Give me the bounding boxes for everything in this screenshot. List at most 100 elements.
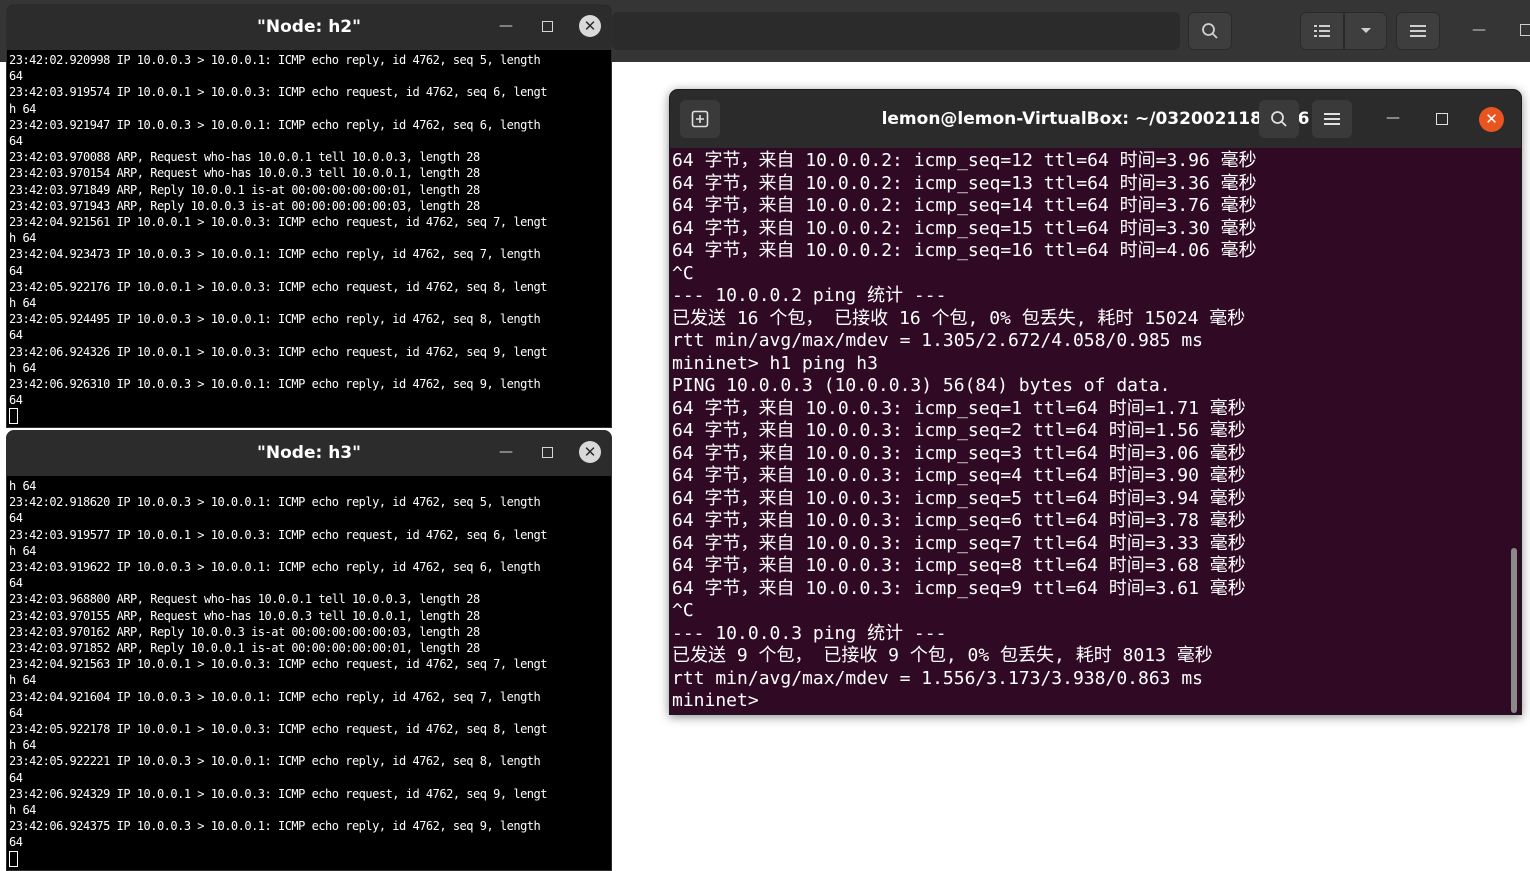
minimize-icon[interactable]: — xyxy=(499,18,513,34)
search-button[interactable] xyxy=(1259,100,1299,138)
terminal-line: rtt min/avg/max/mdev = 1.305/2.672/4.058… xyxy=(672,330,1204,351)
terminal-line: 23:42:03.919577 IP 10.0.0.1 > 10.0.0.3: … xyxy=(9,527,547,542)
search-button[interactable] xyxy=(1188,12,1232,50)
terminal-line: 23:42:04.921563 IP 10.0.0.1 > 10.0.0.3: … xyxy=(9,657,547,672)
terminal-line: 23:42:05.922176 IP 10.0.0.1 > 10.0.0.3: … xyxy=(9,279,547,294)
main-menu-button[interactable] xyxy=(1396,12,1440,50)
terminal-cursor xyxy=(9,408,18,425)
terminal-line: 64 字节，来自 10.0.0.2: icmp_seq=12 ttl=64 时间… xyxy=(672,150,1257,171)
terminal-line: 64 字节，来自 10.0.0.3: icmp_seq=3 ttl=64 时间=… xyxy=(672,442,1246,464)
terminal-line: 23:42:04.921604 IP 10.0.0.3 > 10.0.0.1: … xyxy=(9,689,541,704)
terminal-line: 64 字节，来自 10.0.0.3: icmp_seq=6 ttl=64 时间=… xyxy=(672,510,1246,531)
view-options-dropdown[interactable] xyxy=(1344,12,1387,50)
terminal-line: 23:42:03.971849 ARP, Reply 10.0.0.1 is-a… xyxy=(9,182,480,197)
list-view-button[interactable] xyxy=(1300,12,1344,50)
terminal-line: 64 字节，来自 10.0.0.2: icmp_seq=16 ttl=64 时间… xyxy=(672,240,1257,261)
minimize-icon[interactable]: — xyxy=(499,444,513,460)
terminal-line: rtt min/avg/max/mdev = 1.556/3.173/3.938… xyxy=(672,667,1204,689)
terminal-cursor xyxy=(9,850,18,867)
terminal-line: 64 字节，来自 10.0.0.2: icmp_seq=14 ttl=64 时间… xyxy=(672,195,1257,216)
gnome-terminal-window[interactable]: lemon@lemon-VirtualBox: ~/032002118/lab6… xyxy=(669,89,1522,715)
terminal-line: 已发送 9 个包， 已接收 9 个包, 0% 包丢失, 耗时 8013 毫秒 xyxy=(672,645,1213,666)
shell-prompt: mininet> xyxy=(672,690,770,711)
terminal-line: 64 字节，来自 10.0.0.2: icmp_seq=13 ttl=64 时间… xyxy=(672,172,1257,194)
terminal-line: 23:42:05.922221 IP 10.0.0.3 > 10.0.0.1: … xyxy=(9,754,541,769)
terminal-line: h 64 xyxy=(9,803,36,818)
terminal-line: 23:42:03.971852 ARP, Reply 10.0.0.1 is-a… xyxy=(9,641,480,656)
terminal-line: 23:42:06.924326 IP 10.0.0.1 > 10.0.0.3: … xyxy=(9,344,547,359)
terminal-line: 23:42:03.970155 ARP, Request who-has 10.… xyxy=(9,608,480,623)
terminal-line: ^C xyxy=(672,262,694,284)
titlebar: lemon@lemon-VirtualBox: ~/032002118/lab6… xyxy=(670,90,1521,148)
terminal-line: h 64 xyxy=(9,101,36,116)
terminal-line: 23:42:03.971943 ARP, Reply 10.0.0.3 is-a… xyxy=(9,198,480,213)
terminal-line: --- 10.0.0.2 ping 统计 --- xyxy=(672,285,947,306)
minimize-icon[interactable]: — xyxy=(1386,110,1400,126)
close-icon[interactable]: ✕ xyxy=(579,15,601,37)
hamburger-menu-icon xyxy=(1324,113,1340,125)
terminal-line: 64 xyxy=(9,69,23,84)
terminal-line: 64 xyxy=(9,576,23,591)
terminal-output[interactable]: 23:42:02.920998 IP 10.0.0.3 > 10.0.0.1: … xyxy=(7,50,611,426)
terminal-line: 23:42:03.919622 IP 10.0.0.3 > 10.0.0.1: … xyxy=(9,560,541,575)
search-icon xyxy=(1271,111,1287,127)
terminal-line: 23:42:04.921561 IP 10.0.0.1 > 10.0.0.3: … xyxy=(9,215,547,230)
terminal-line: 64 字节，来自 10.0.0.3: icmp_seq=8 ttl=64 时间=… xyxy=(672,555,1246,576)
terminal-line: 23:42:06.924375 IP 10.0.0.3 > 10.0.0.1: … xyxy=(9,819,541,834)
maximize-icon[interactable] xyxy=(542,447,553,458)
terminal-line: 23:42:03.968800 ARP, Request who-has 10.… xyxy=(9,592,480,607)
terminal-line: h 64 xyxy=(9,296,36,311)
terminal-line: 23:42:03.970154 ARP, Request who-has 10.… xyxy=(9,166,480,181)
terminal-line: 已发送 16 个包， 已接收 16 个包, 0% 包丢失, 耗时 15024 毫… xyxy=(672,307,1246,329)
terminal-line: 23:42:05.922178 IP 10.0.0.1 > 10.0.0.3: … xyxy=(9,722,547,737)
terminal-line: 64 字节，来自 10.0.0.3: icmp_seq=5 ttl=64 时间=… xyxy=(672,487,1246,509)
terminal-line: 64 xyxy=(9,393,23,408)
maximize-icon[interactable] xyxy=(542,21,553,32)
terminal-line: 23:42:03.970088 ARP, Request who-has 10.… xyxy=(9,150,480,165)
terminal-line: 64 字节，来自 10.0.0.3: icmp_seq=1 ttl=64 时间=… xyxy=(672,397,1246,419)
list-view-icon xyxy=(1314,25,1330,37)
terminal-line: 64 xyxy=(9,511,23,526)
terminal-line: 64 xyxy=(9,835,23,850)
terminal-output[interactable]: h 64 23:42:02.918620 IP 10.0.0.3 > 10.0.… xyxy=(7,476,611,868)
terminal-line: 23:42:03.919574 IP 10.0.0.1 > 10.0.0.3: … xyxy=(9,85,547,100)
terminal-line: --- 10.0.0.3 ping 统计 --- xyxy=(672,622,947,644)
titlebar: "Node: h2" — ✕ xyxy=(7,5,611,50)
terminal-line: 64 字节，来自 10.0.0.3: icmp_seq=2 ttl=64 时间=… xyxy=(672,420,1246,441)
xterm-window-h2[interactable]: "Node: h2" — ✕ 23:42:02.920998 IP 10.0.0… xyxy=(6,4,612,428)
maximize-icon[interactable] xyxy=(1520,24,1530,36)
terminal-line: mininet> h1 ping h3 xyxy=(672,352,878,374)
close-icon[interactable]: ✕ xyxy=(1479,107,1504,132)
terminal-line: ^C xyxy=(672,600,694,621)
window-title: "Node: h3" xyxy=(257,443,361,463)
terminal-line: 23:42:03.921947 IP 10.0.0.3 > 10.0.0.1: … xyxy=(9,117,541,132)
terminal-output[interactable]: 64 字节，来自 10.0.0.2: icmp_seq=12 ttl=64 时间… xyxy=(670,148,1521,713)
terminal-line: 64 字节，来自 10.0.0.3: icmp_seq=4 ttl=64 时间=… xyxy=(672,465,1246,486)
terminal-line: 64 xyxy=(9,705,23,720)
xterm-window-h3[interactable]: "Node: h3" — ✕ h 64 23:42:02.918620 IP 1… xyxy=(6,430,612,871)
terminal-line: 64 字节，来自 10.0.0.3: icmp_seq=7 ttl=64 时间=… xyxy=(672,532,1246,554)
window-title: "Node: h2" xyxy=(257,17,361,37)
search-icon xyxy=(1202,23,1218,39)
close-icon[interactable]: ✕ xyxy=(579,441,601,463)
terminal-line: PING 10.0.0.3 (10.0.0.3) 56(84) bytes of… xyxy=(672,375,1171,396)
terminal-line: 23:42:06.924329 IP 10.0.0.1 > 10.0.0.3: … xyxy=(9,786,547,801)
terminal-line: 64 xyxy=(9,263,23,278)
terminal-line: 23:42:06.926310 IP 10.0.0.3 > 10.0.0.1: … xyxy=(9,377,541,392)
hamburger-menu-icon xyxy=(1410,25,1426,37)
terminal-line: 64 xyxy=(9,770,23,785)
terminal-line: 64 字节，来自 10.0.0.3: icmp_seq=9 ttl=64 时间=… xyxy=(672,577,1246,599)
scrollbar[interactable] xyxy=(1511,548,1517,713)
menu-button[interactable] xyxy=(1312,100,1352,138)
terminal-line: h 64 xyxy=(9,360,36,375)
maximize-icon[interactable] xyxy=(1436,113,1448,125)
terminal-line: 64 xyxy=(9,328,23,343)
terminal-line: 23:42:05.924495 IP 10.0.0.3 > 10.0.0.1: … xyxy=(9,312,541,327)
minimize-icon[interactable]: — xyxy=(1472,22,1486,38)
location-bar[interactable] xyxy=(612,12,1180,50)
terminal-line: 23:42:03.970162 ARP, Reply 10.0.0.3 is-a… xyxy=(9,624,480,639)
terminal-line: h 64 xyxy=(9,673,36,688)
terminal-line: 23:42:04.923473 IP 10.0.0.3 > 10.0.0.1: … xyxy=(9,247,541,262)
terminal-line: 23:42:02.920998 IP 10.0.0.3 > 10.0.0.1: … xyxy=(9,53,541,67)
terminal-line: 23:42:02.918620 IP 10.0.0.3 > 10.0.0.1: … xyxy=(9,495,541,510)
